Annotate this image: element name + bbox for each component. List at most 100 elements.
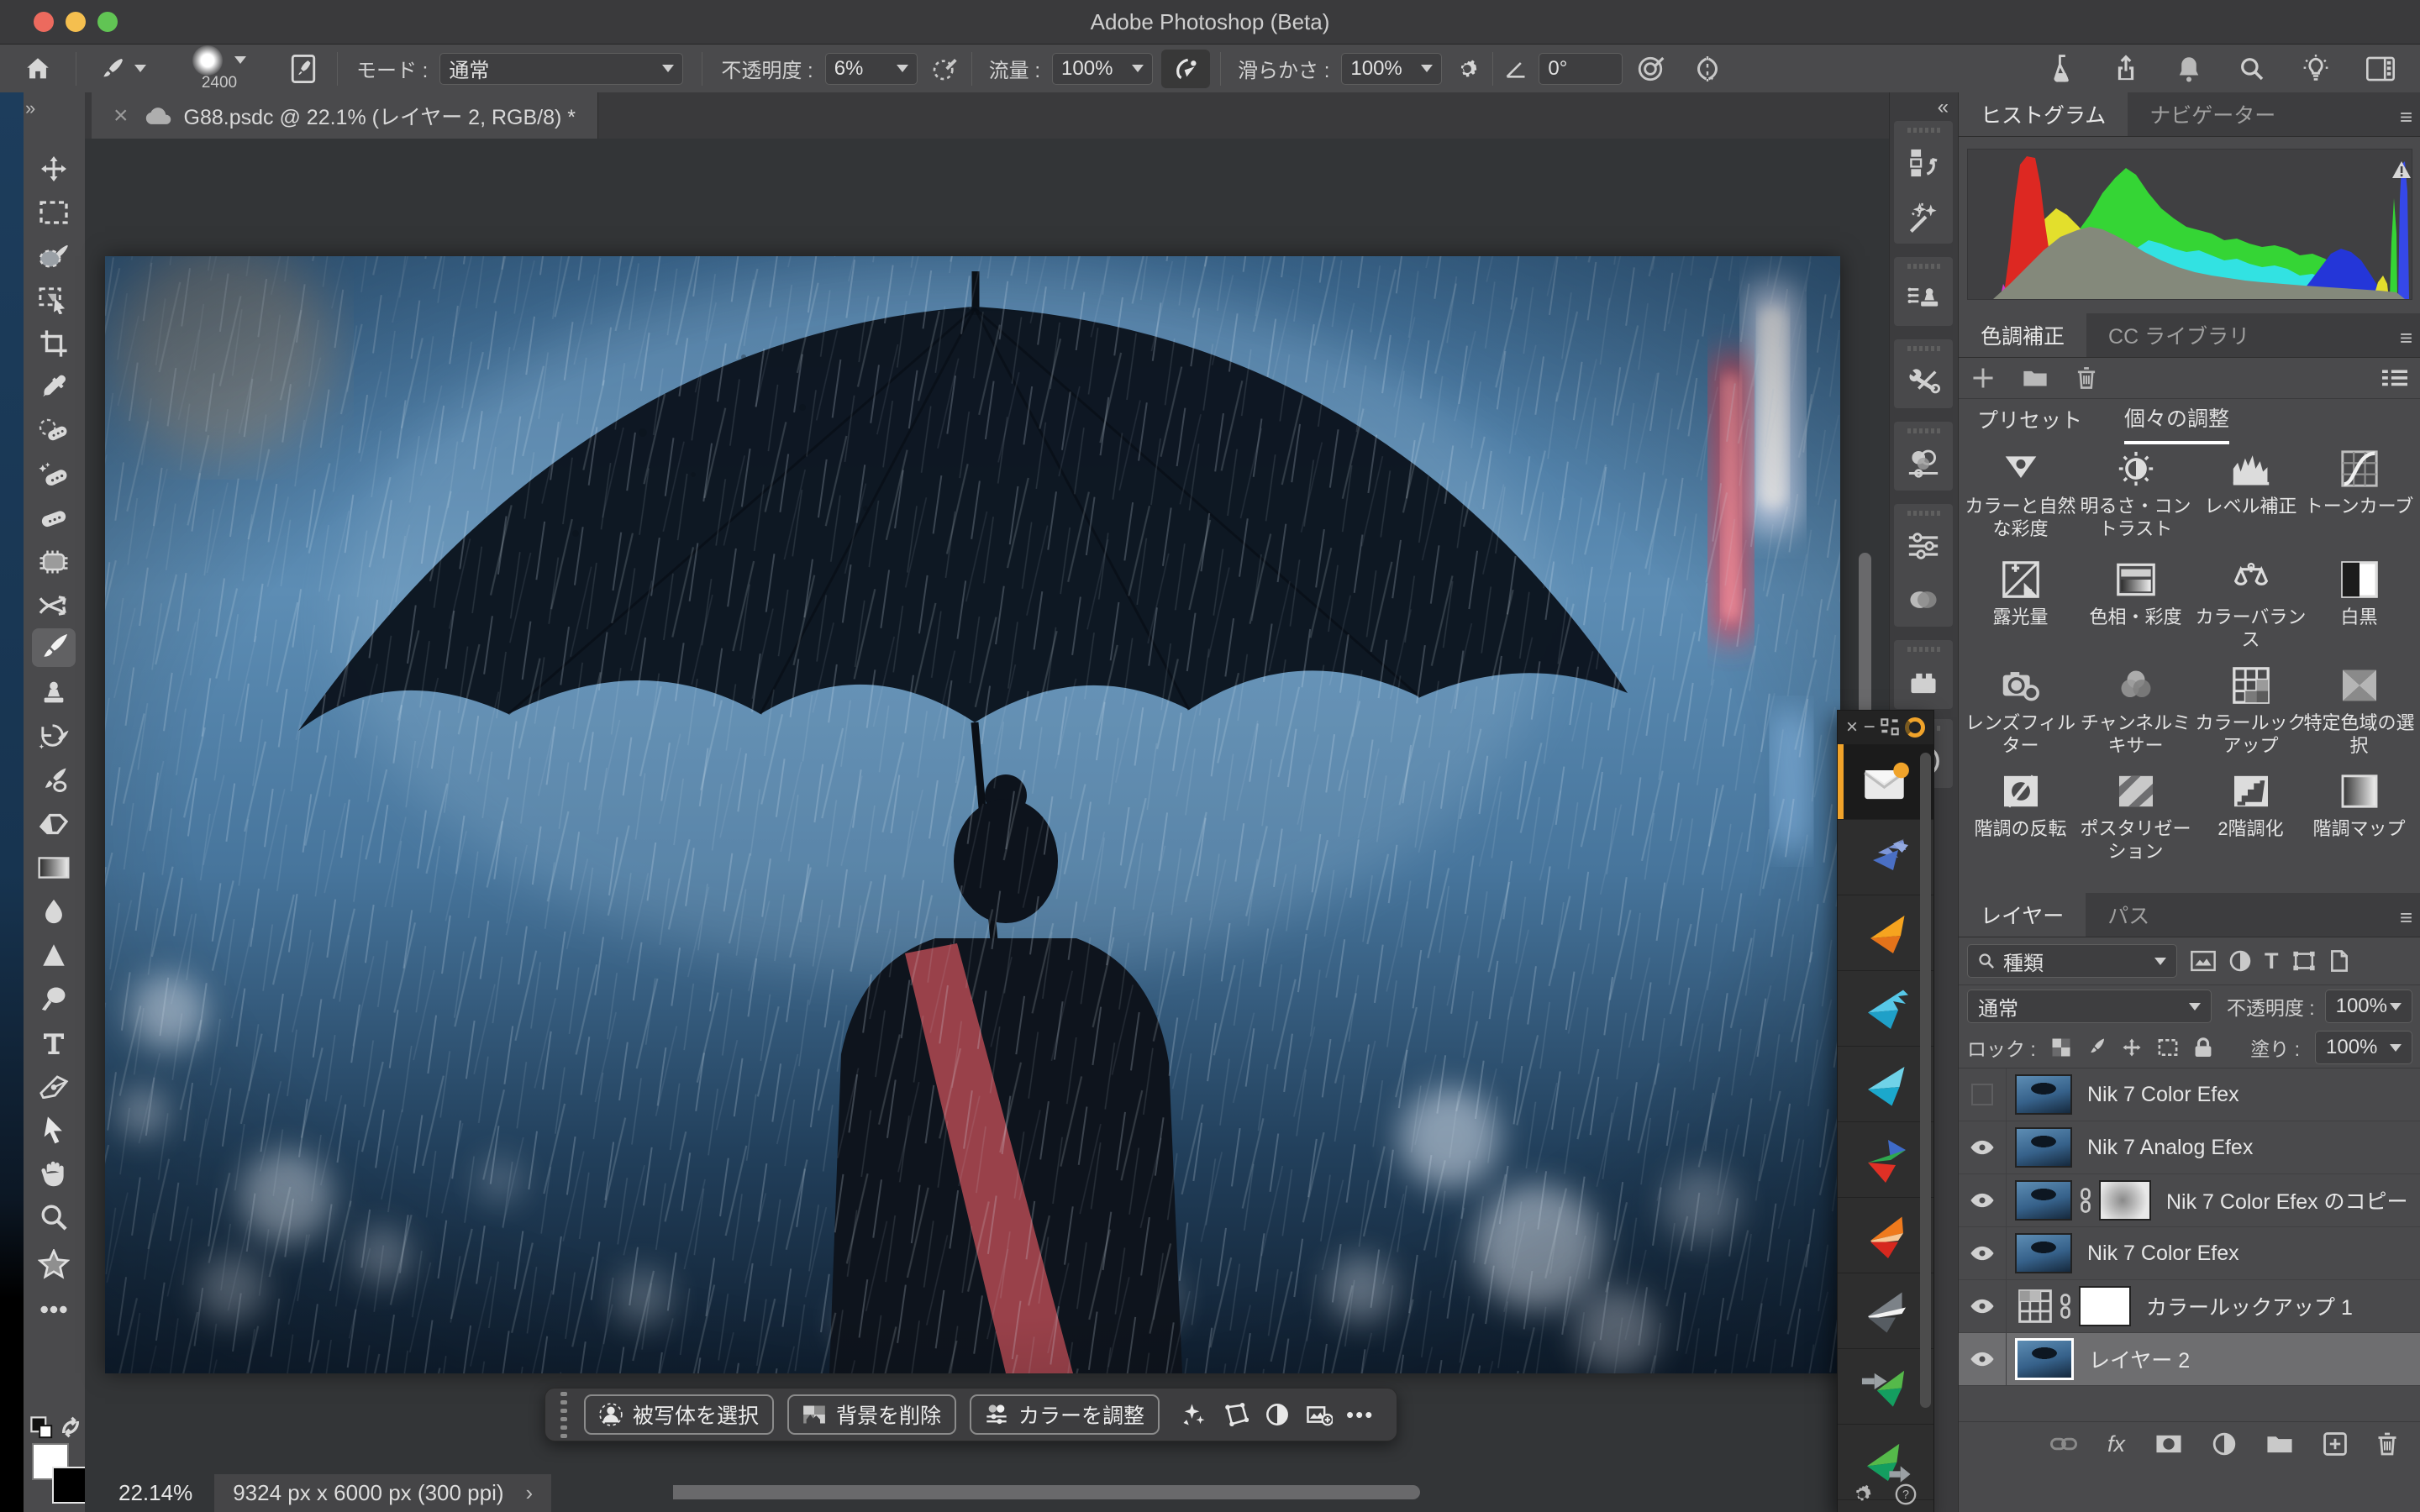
subtab-presets[interactable]: プリセット [1977, 404, 2082, 443]
smoothing-options-gear-icon[interactable] [1442, 56, 1492, 81]
taskbar-drag-handle[interactable] [560, 1392, 567, 1438]
taskbar-more-icon[interactable]: ••• [1346, 1402, 1374, 1428]
document-info[interactable]: 9324 px x 6000 px (300 ppi) › [214, 1474, 551, 1512]
filter-type-layers-icon[interactable]: T [2265, 948, 2279, 974]
adjustment-curves[interactable]: トーンカーブ [2302, 448, 2417, 517]
close-window-button[interactable] [34, 12, 54, 32]
layer-thumbnail[interactable] [2015, 1074, 2072, 1115]
workspace-switcher-icon[interactable] [2366, 56, 2395, 81]
layer-row-color-lookup[interactable]: カラールックアップ 1 [1959, 1280, 2420, 1333]
clone-stamp-tool[interactable] [32, 674, 76, 712]
smoothing-select[interactable]: 100% [1341, 53, 1442, 85]
history-brush-tool[interactable] [32, 717, 76, 756]
notifications-bell-icon[interactable] [2176, 55, 2202, 83]
gradients-panel-icon[interactable] [1894, 573, 1953, 627]
healing-brush-tool[interactable] [32, 499, 76, 538]
layer-opacity-select[interactable]: 100% [2325, 990, 2412, 1023]
adjustments-panel-menu-icon[interactable]: ≡ [2400, 325, 2412, 351]
selection-brush-tool[interactable] [32, 237, 76, 276]
visibility-toggle[interactable] [1959, 1121, 2007, 1173]
tab-adjustments[interactable]: 色調補正 [1959, 313, 2086, 357]
tab-cc-libraries[interactable]: CC ライブラリ [2086, 313, 2271, 357]
adjust-color-button[interactable]: カラーを調整 [970, 1394, 1160, 1435]
filter-smart-objects-icon[interactable] [2329, 950, 2349, 972]
plugin-gear-icon[interactable] [1851, 1483, 1873, 1505]
adjustment-brightness-contrast[interactable]: 明るさ・コントラスト [2078, 448, 2193, 540]
default-colors-icon[interactable] [30, 1416, 54, 1440]
add-mask-icon[interactable] [2155, 1433, 2182, 1455]
histogram-panel-menu-icon[interactable]: ≡ [2400, 104, 2412, 130]
tool-presets-panel-icon[interactable] [1894, 354, 1953, 408]
plugin-item-viveza[interactable] [1838, 895, 1933, 971]
layer-row-nik7-analog-efex[interactable]: Nik 7 Analog Efex [1959, 1121, 2420, 1174]
path-selection-tool[interactable] [32, 1110, 76, 1149]
adjustment-exposure[interactable]: 露光量 [1963, 559, 2078, 628]
plugin-panel-scrollbar[interactable] [1920, 753, 1931, 1408]
pressure-opacity-icon[interactable] [918, 55, 971, 82]
layer-filter-select[interactable]: 種類 [1967, 944, 2177, 978]
plugin-item-dfine[interactable] [1838, 820, 1933, 895]
new-group-icon[interactable] [2266, 1434, 2293, 1454]
tab-layers[interactable]: レイヤー [1959, 893, 2086, 937]
clone-source-panel-icon[interactable] [1894, 272, 1953, 326]
blur-tool[interactable] [32, 892, 76, 931]
adjustment-threshold[interactable]: 2階調化 [2193, 770, 2308, 840]
mask-link-icon[interactable] [2059, 1294, 2072, 1319]
adjustment-black-white[interactable]: 白黒 [2302, 559, 2417, 628]
background-color-swatch[interactable] [52, 1467, 89, 1504]
link-layers-icon[interactable] [2050, 1435, 2077, 1453]
properties-panel-icon[interactable] [1894, 519, 1953, 573]
remove-tool[interactable] [32, 412, 76, 450]
layer-mask-thumbnail[interactable] [2099, 1180, 2151, 1221]
adjustment-color-balance[interactable]: カラーバランス [2193, 559, 2308, 651]
color-mixer-panel-icon[interactable] [1894, 437, 1953, 491]
adjustment-posterize[interactable]: ポスタリゼーション [2078, 770, 2193, 863]
type-tool[interactable] [32, 1023, 76, 1062]
add-adjustment-icon[interactable] [1972, 367, 1994, 389]
visibility-toggle[interactable] [1959, 1174, 2007, 1226]
visibility-toggle[interactable] [1959, 1333, 2007, 1385]
toggle-brush-settings-icon[interactable] [270, 55, 337, 83]
layers-panel-menu-icon[interactable]: ≡ [2400, 905, 2412, 931]
plugin-item-color-efex[interactable] [1838, 1122, 1933, 1198]
plugin-close-icon[interactable]: × [1846, 711, 1858, 744]
brush-tool[interactable] [32, 628, 76, 667]
beta-features-flask-icon[interactable] [2049, 54, 2075, 84]
zoom-level[interactable]: 22.14% [118, 1480, 192, 1506]
swap-colors-icon[interactable] [59, 1416, 82, 1438]
tab-navigator[interactable]: ナビゲーター [2128, 92, 2297, 136]
zoom-window-button[interactable] [97, 12, 118, 32]
plugin-item-perspective-efex[interactable] [1838, 1047, 1933, 1122]
document-tab[interactable]: × G88.psdc @ 22.1% (レイヤー 2, RGB/8) * [92, 92, 598, 139]
lock-all-icon[interactable] [2194, 1037, 2212, 1058]
history-panel-icon[interactable] [1894, 136, 1953, 190]
adjustment-hue-saturation[interactable]: 色相・彩度 [2078, 559, 2193, 628]
plugin-minimize-icon[interactable]: − [1864, 711, 1876, 744]
dodge-tool[interactable] [32, 979, 76, 1018]
adjustment-levels[interactable]: レベル補正 [2193, 448, 2308, 517]
pressure-size-icon[interactable] [1623, 55, 1678, 83]
adjustment-channel-mixer[interactable]: チャンネルミキサー [2078, 664, 2193, 757]
plugin-item-silver-efex[interactable] [1838, 1273, 1933, 1349]
move-tool[interactable] [32, 150, 76, 188]
visibility-toggle[interactable] [1959, 1068, 2007, 1121]
layer-thumbnail[interactable] [2015, 1338, 2074, 1380]
mask-link-icon[interactable] [2079, 1188, 2092, 1213]
status-chevron-icon[interactable]: › [526, 1480, 534, 1506]
subtab-single-adjustments[interactable]: 個々の調整 [2124, 402, 2229, 444]
sharpen-tool[interactable] [32, 936, 76, 974]
plugin-item-analog-efex[interactable] [1838, 1198, 1933, 1273]
flow-select[interactable]: 100% [1052, 53, 1153, 85]
filter-adjustment-layers-icon[interactable] [2229, 950, 2251, 972]
plugin-item-hdr-efex[interactable] [1838, 971, 1933, 1047]
discover-lightbulb-icon[interactable] [2302, 55, 2329, 83]
transform-warp-icon[interactable] [1223, 1403, 1249, 1426]
brush-tool-preset-icon[interactable] [76, 55, 169, 82]
canvas-area[interactable]: 被写体を選択 背景を削除 カラーを調整 ••• [85, 139, 1889, 1512]
new-adjustment-layer-icon[interactable] [2212, 1432, 2236, 1456]
hand-tool[interactable] [32, 1154, 76, 1193]
remove-background-button[interactable]: 背景を削除 [787, 1394, 956, 1435]
horizontal-scrollbar[interactable] [587, 1485, 1420, 1499]
layer-fill-select[interactable]: 100% [2315, 1031, 2412, 1064]
gradient-tool[interactable] [32, 848, 76, 887]
